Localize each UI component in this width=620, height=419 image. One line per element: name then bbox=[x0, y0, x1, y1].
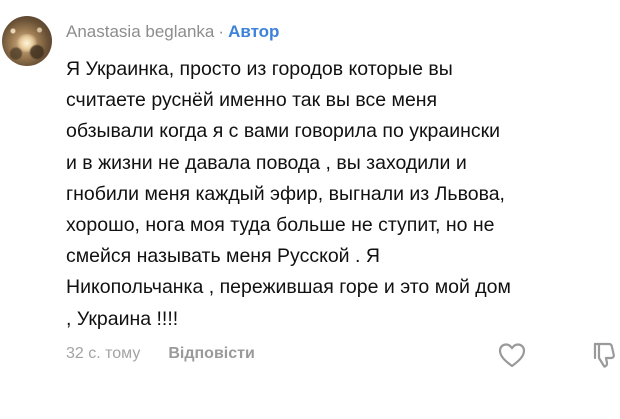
comment-line: , Украина !!!! bbox=[66, 307, 179, 330]
author-name[interactable]: Anastasia beglanka bbox=[66, 22, 214, 41]
comment-footer: 32 с. тому Відповісти bbox=[66, 343, 255, 365]
comment-header: Anastasia beglanka · Автор bbox=[66, 21, 279, 43]
comment-line: обзывали когда я с вами говорила по укра… bbox=[66, 120, 501, 143]
comment-line: смейся называть меня Русской . Я bbox=[66, 245, 380, 268]
comment-line: Я Украинка, просто из городов которые вы bbox=[66, 58, 453, 80]
comment-text: Я Украинка, просто из городов которые вы… bbox=[66, 54, 614, 335]
comment-line: гнобили меня каждый эфир, выгнали из Льв… bbox=[66, 182, 505, 205]
comment: Anastasia beglanka · Автор Я Украинка, про… bbox=[0, 0, 620, 419]
comment-line: Никопольчанка , пережившая горе и это мо… bbox=[66, 276, 511, 299]
separator-dot: · bbox=[218, 22, 225, 41]
heart-outline-icon[interactable] bbox=[498, 342, 526, 368]
comment-line: считаете руснёй именно так вы все меня bbox=[66, 89, 438, 112]
comment-line: и в жизни не давала повода , вы заходили… bbox=[66, 151, 467, 174]
avatar[interactable] bbox=[2, 16, 52, 66]
thumbs-down-outline-icon[interactable] bbox=[592, 341, 616, 369]
timestamp: 32 с. тому bbox=[66, 345, 141, 362]
author-badge: Автор bbox=[228, 22, 280, 41]
comment-line: хорошо, нога моя туда больше не ступит, … bbox=[66, 214, 495, 237]
reply-button[interactable]: Відповісти bbox=[168, 345, 254, 362]
